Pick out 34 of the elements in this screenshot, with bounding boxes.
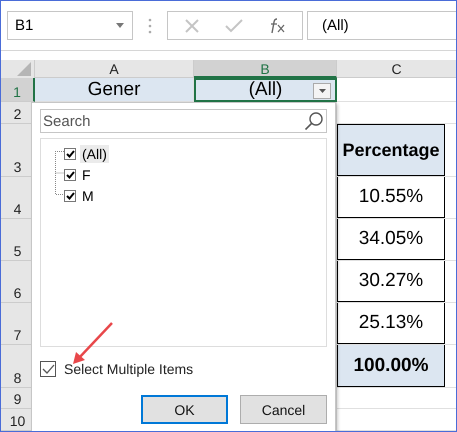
tree-lines-icon [54,150,64,196]
checkbox[interactable] [40,361,56,377]
table-cell: 10.55% [337,177,445,218]
caret-icon [318,89,326,93]
checkbox[interactable] [64,168,76,180]
table-cell: 100.00% [337,345,445,387]
name-box[interactable]: B1 [7,11,133,40]
annotation-arrow [72,321,114,365]
list-item[interactable]: F [80,166,93,184]
search-field[interactable]: Search [40,109,327,133]
checkbox-label[interactable]: Select Multiple Items [64,361,194,377]
selected-cell[interactable]: (All) [194,78,337,102]
table-cell: 30.27% [337,261,445,302]
dialog-button[interactable]: OK [141,395,228,424]
caret-icon [116,23,124,28]
filter-button[interactable] [313,83,331,99]
row-header[interactable]: 1 [1,78,35,102]
table-cell: Percentage [337,124,445,176]
table-cell: (All) [248,79,282,101]
checkbox[interactable] [64,190,76,202]
table-cell: 34.05% [337,219,445,260]
search-icon[interactable] [304,111,324,131]
checkmark-icon[interactable] [224,18,243,32]
column-header[interactable]: B [194,60,337,78]
checkbox[interactable] [64,148,76,160]
grip-icon [148,18,152,34]
table-cell: Gener [88,78,140,100]
formula-field[interactable]: (All) [307,11,456,40]
column-header[interactable]: C [337,60,456,78]
list-item[interactable]: M [80,186,96,204]
dialog-button[interactable]: Cancel [240,395,327,424]
table-cell: 25.13% [337,303,445,344]
column-header[interactable]: A [35,60,194,78]
list-item[interactable]: (All) [80,144,109,162]
